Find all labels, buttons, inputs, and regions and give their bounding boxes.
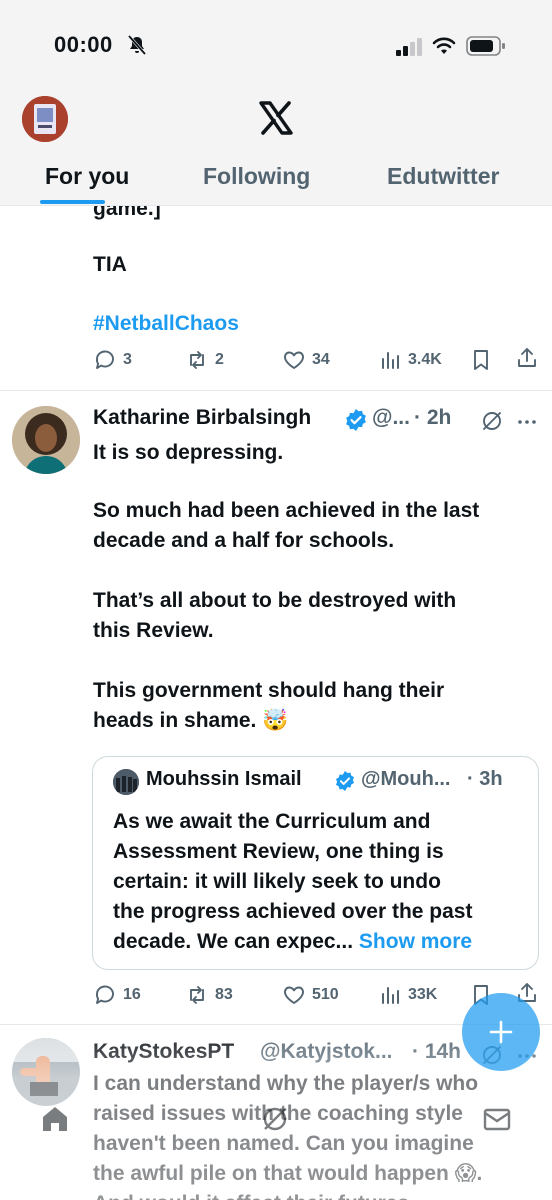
home-icon[interactable]	[40, 1104, 70, 1134]
post-text-line: This government should hang their	[93, 679, 445, 702]
views-button[interactable]: 33K	[378, 983, 437, 1007]
bookmark-icon[interactable]	[469, 348, 493, 372]
tab-for-you[interactable]: For you	[45, 163, 129, 190]
like-button[interactable]: 34	[282, 348, 330, 372]
author-handle[interactable]: @Katyjstok...	[260, 1040, 393, 1064]
views-count: 3.4K	[408, 351, 442, 368]
views-button[interactable]: 3.4K	[378, 348, 442, 372]
quote-text-line: the progress achieved over the past	[113, 900, 473, 923]
status-bar: 00:00	[0, 0, 552, 92]
compose-button[interactable]	[462, 993, 540, 1071]
quote-text-line: certain: it will likely seek to undo	[113, 870, 441, 893]
post-time[interactable]: · 14h	[412, 1040, 461, 1064]
reply-count: 16	[123, 986, 141, 1003]
quote-author-handle: @Mouh...	[361, 768, 451, 790]
quoted-post[interactable]: Mouhssin Ismail @Mouh... · 3h As we awai…	[92, 756, 539, 970]
reply-button[interactable]: 16	[93, 983, 141, 1007]
quote-author-name: Mouhssin Ismail	[146, 768, 302, 790]
post-time[interactable]: · 2h	[414, 406, 451, 430]
hashtag-link[interactable]: #NetballChaos	[93, 309, 239, 339]
communities-icon[interactable]	[260, 1104, 290, 1134]
profile-avatar[interactable]	[22, 96, 68, 142]
post-text-line: the awful pile on that would happen 😱.	[93, 1162, 483, 1185]
tab-edutwitter[interactable]: Edutwitter	[387, 163, 499, 190]
verified-icon	[336, 771, 354, 791]
repost-icon	[190, 351, 204, 369]
verified-icon	[346, 409, 366, 431]
plus-icon	[489, 1020, 513, 1044]
quote-text-line: As we await the Curriculum and	[113, 810, 431, 833]
more-icon[interactable]	[515, 410, 539, 434]
post-text-line: decade and a half for schools.	[93, 529, 395, 552]
like-icon	[284, 351, 304, 369]
quote-time: · 3h	[467, 768, 503, 790]
repost-button[interactable]: 83	[185, 983, 233, 1007]
repost-count: 83	[215, 986, 233, 1003]
mail-icon[interactable]	[482, 1104, 512, 1134]
like-count: 34	[312, 351, 330, 368]
active-tab-indicator	[40, 200, 105, 204]
repost-icon	[190, 986, 204, 1004]
post-text-line: this Review.	[93, 619, 214, 642]
post-text-line: That’s all about to be destroyed with	[93, 589, 457, 612]
post-text-line: I can understand why the player/s who	[93, 1072, 479, 1095]
post-text: TIA	[93, 253, 127, 276]
post-text-line: And would it affect their futures...	[93, 1189, 427, 1200]
app-header: For you Following Edutwitter	[0, 92, 552, 206]
views-count: 33K	[408, 986, 438, 1003]
tab-following[interactable]: Following	[203, 163, 310, 190]
post-divider	[0, 390, 552, 391]
quote-text-line: Assessment Review, one thing is	[113, 840, 444, 863]
avatar[interactable]	[12, 1038, 80, 1106]
quote-text-line: decade. We can expec... Show more	[113, 927, 472, 957]
reply-count: 3	[123, 351, 132, 368]
reply-button[interactable]: 3	[93, 348, 132, 372]
wifi-icon	[432, 37, 456, 54]
views-icon	[382, 987, 399, 1004]
post-text-line: heads in shame. 🤯	[93, 709, 289, 732]
quote-text-truncated: decade. We can expec...	[113, 930, 354, 953]
post-text-line: It is so depressing.	[93, 441, 284, 464]
reply-icon	[96, 985, 114, 1004]
quote-avatar	[113, 769, 139, 795]
signal-icon	[396, 38, 422, 56]
bell-slash-icon	[127, 35, 147, 55]
like-icon	[284, 986, 304, 1004]
avatar[interactable]	[12, 406, 80, 474]
show-more-link[interactable]: Show more	[359, 930, 472, 953]
x-logo-icon[interactable]	[258, 100, 294, 136]
repost-button[interactable]: 2	[185, 348, 224, 372]
repost-count: 2	[215, 351, 224, 368]
grok-icon[interactable]	[480, 409, 504, 433]
author-handle[interactable]: @...	[372, 406, 410, 430]
like-button[interactable]: 510	[282, 983, 339, 1007]
battery-icon	[466, 36, 505, 56]
author-name[interactable]: KatyStokesPT	[93, 1040, 234, 1064]
share-icon[interactable]	[515, 346, 539, 370]
status-time: 00:00	[54, 32, 113, 57]
post-text-partial: game.]	[93, 206, 161, 220]
post-text-line: So much had been achieved in the last	[93, 499, 480, 522]
views-icon	[382, 352, 399, 369]
author-name[interactable]: Katharine Birbalsingh	[93, 406, 311, 430]
reply-icon	[96, 350, 114, 369]
like-count: 510	[312, 986, 339, 1003]
